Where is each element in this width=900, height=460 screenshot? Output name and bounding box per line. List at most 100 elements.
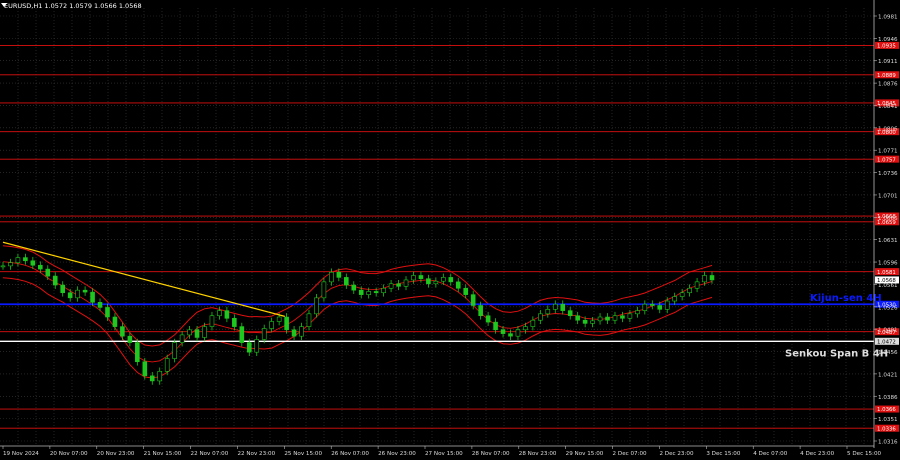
candle-body	[82, 289, 88, 293]
candle-body	[232, 317, 237, 327]
candle-body	[97, 302, 103, 308]
candle-body	[672, 296, 677, 302]
candle-body	[627, 313, 633, 319]
candle-body	[575, 315, 580, 321]
time-axis: 19 Nov 2024 20 Nov 07:00 20 Nov 23:00 21 No…	[2, 446, 882, 457]
candle-body	[597, 316, 603, 322]
candle-body	[291, 329, 297, 337]
candle-body	[411, 275, 416, 281]
time-tick-label: 4 Dec 07:00	[753, 451, 788, 457]
price-tick-label: 1.0316	[878, 440, 898, 446]
candle-body	[75, 289, 80, 299]
price-tick-label: 1.0491	[878, 328, 898, 334]
price-tick-label: 1.0526	[878, 305, 898, 311]
candle-body	[0, 265, 6, 268]
candle-body	[523, 326, 528, 331]
candle-body	[605, 316, 610, 321]
candle-body	[135, 342, 140, 363]
candle-body	[336, 271, 342, 278]
price-tick-label: 1.0351	[878, 417, 898, 423]
time-tick-label: 21 Nov 15:00	[144, 451, 182, 457]
senkou-price-label: 1.0472	[877, 340, 896, 346]
candle-body	[664, 300, 670, 310]
price-tick-label: 1.0911	[878, 59, 898, 65]
candle-body	[396, 283, 401, 287]
candle-body	[120, 326, 125, 337]
candle-body	[239, 326, 245, 343]
candle-body	[649, 303, 655, 306]
time-tick-label: 22 Nov 23:00	[237, 451, 275, 457]
candle-body	[90, 291, 95, 303]
candle-body	[381, 287, 386, 294]
candle-body	[8, 262, 13, 267]
time-tick-label: 25 Nov 15:00	[284, 451, 322, 457]
candle-body	[590, 320, 595, 324]
time-tick-label: 5 Dec 15:00	[847, 451, 882, 457]
candle-body	[642, 303, 648, 311]
price-chart[interactable]: 1.09351.08891.08451.08001.07571.06681.06…	[0, 0, 900, 460]
candle-body	[433, 280, 439, 285]
candle-body	[702, 275, 707, 283]
time-tick-label: 29 Nov 15:00	[566, 451, 604, 457]
candle-body	[530, 319, 536, 327]
candle-body	[202, 326, 207, 338]
candle-body	[635, 310, 640, 315]
chart-window[interactable]: 1.0935 1.0889 1.0845 1.0800 1.0757 1.0668 1.06…	[0, 0, 900, 460]
candle-body	[373, 291, 379, 294]
candle-body	[485, 315, 491, 323]
candle-body	[217, 310, 222, 317]
candle-body	[187, 329, 192, 336]
candle-body	[38, 264, 43, 270]
price-tick-label: 1.0386	[878, 395, 898, 401]
candle-body	[314, 297, 319, 315]
candle-body	[552, 303, 558, 310]
candle-body	[164, 358, 170, 372]
level-price-label: 1.0889	[877, 73, 896, 79]
candle-body	[582, 319, 588, 324]
level-price-label: 1.0935	[877, 44, 896, 50]
time-tick-label: 28 Nov 23:00	[519, 451, 557, 457]
price-tick-label: 1.0666	[878, 216, 898, 222]
candle-body	[508, 333, 513, 337]
candle-body	[567, 310, 573, 317]
time-tick-label: 26 Nov 07:00	[331, 451, 369, 457]
candle-body	[60, 284, 66, 294]
time-tick-label: 28 Nov 07:00	[472, 451, 510, 457]
candle-body	[224, 310, 230, 319]
price-tick-label: 1.0736	[878, 171, 898, 177]
candle-body	[538, 313, 543, 321]
candle-body	[127, 335, 133, 343]
time-tick-label: 22 Nov 07:00	[191, 451, 229, 457]
candle-body	[560, 303, 566, 311]
price-tick-label: 1.0421	[878, 372, 898, 378]
candle-body	[52, 275, 58, 286]
price-tick-label: 1.0456	[878, 350, 898, 356]
candle-body	[179, 334, 185, 343]
candle-body	[209, 315, 215, 327]
candle-body	[358, 289, 364, 295]
candle-body	[269, 321, 274, 329]
candle-body	[23, 257, 28, 262]
candle-body	[403, 279, 409, 287]
candle-body	[246, 342, 252, 353]
candle-body	[30, 260, 36, 266]
time-tick-label: 26 Nov 23:00	[378, 451, 416, 457]
level-price-label: 1.0757	[877, 157, 896, 163]
candle-body	[426, 278, 431, 285]
candle-body	[329, 271, 334, 283]
candle-body	[493, 321, 498, 331]
candle-body	[612, 315, 618, 321]
candle-body	[620, 315, 625, 319]
level-price-label: 1.0366	[877, 407, 896, 413]
level-price-label: 1.0581	[877, 270, 896, 276]
time-tick-label: 20 Nov 07:00	[50, 451, 88, 457]
candle-body	[112, 316, 118, 327]
candle-body	[694, 281, 700, 289]
candle-body	[261, 328, 267, 340]
candle-body	[45, 268, 51, 277]
price-axis: 1.0981 1.0946 1.0911 1.0876 1.0841 1.0806 1.07…	[0, 0, 898, 448]
price-tick-label: 1.0631	[878, 238, 898, 244]
candle-body	[15, 257, 21, 263]
candle-body	[276, 316, 282, 322]
time-tick-label: 3 Dec 15:00	[706, 451, 741, 457]
